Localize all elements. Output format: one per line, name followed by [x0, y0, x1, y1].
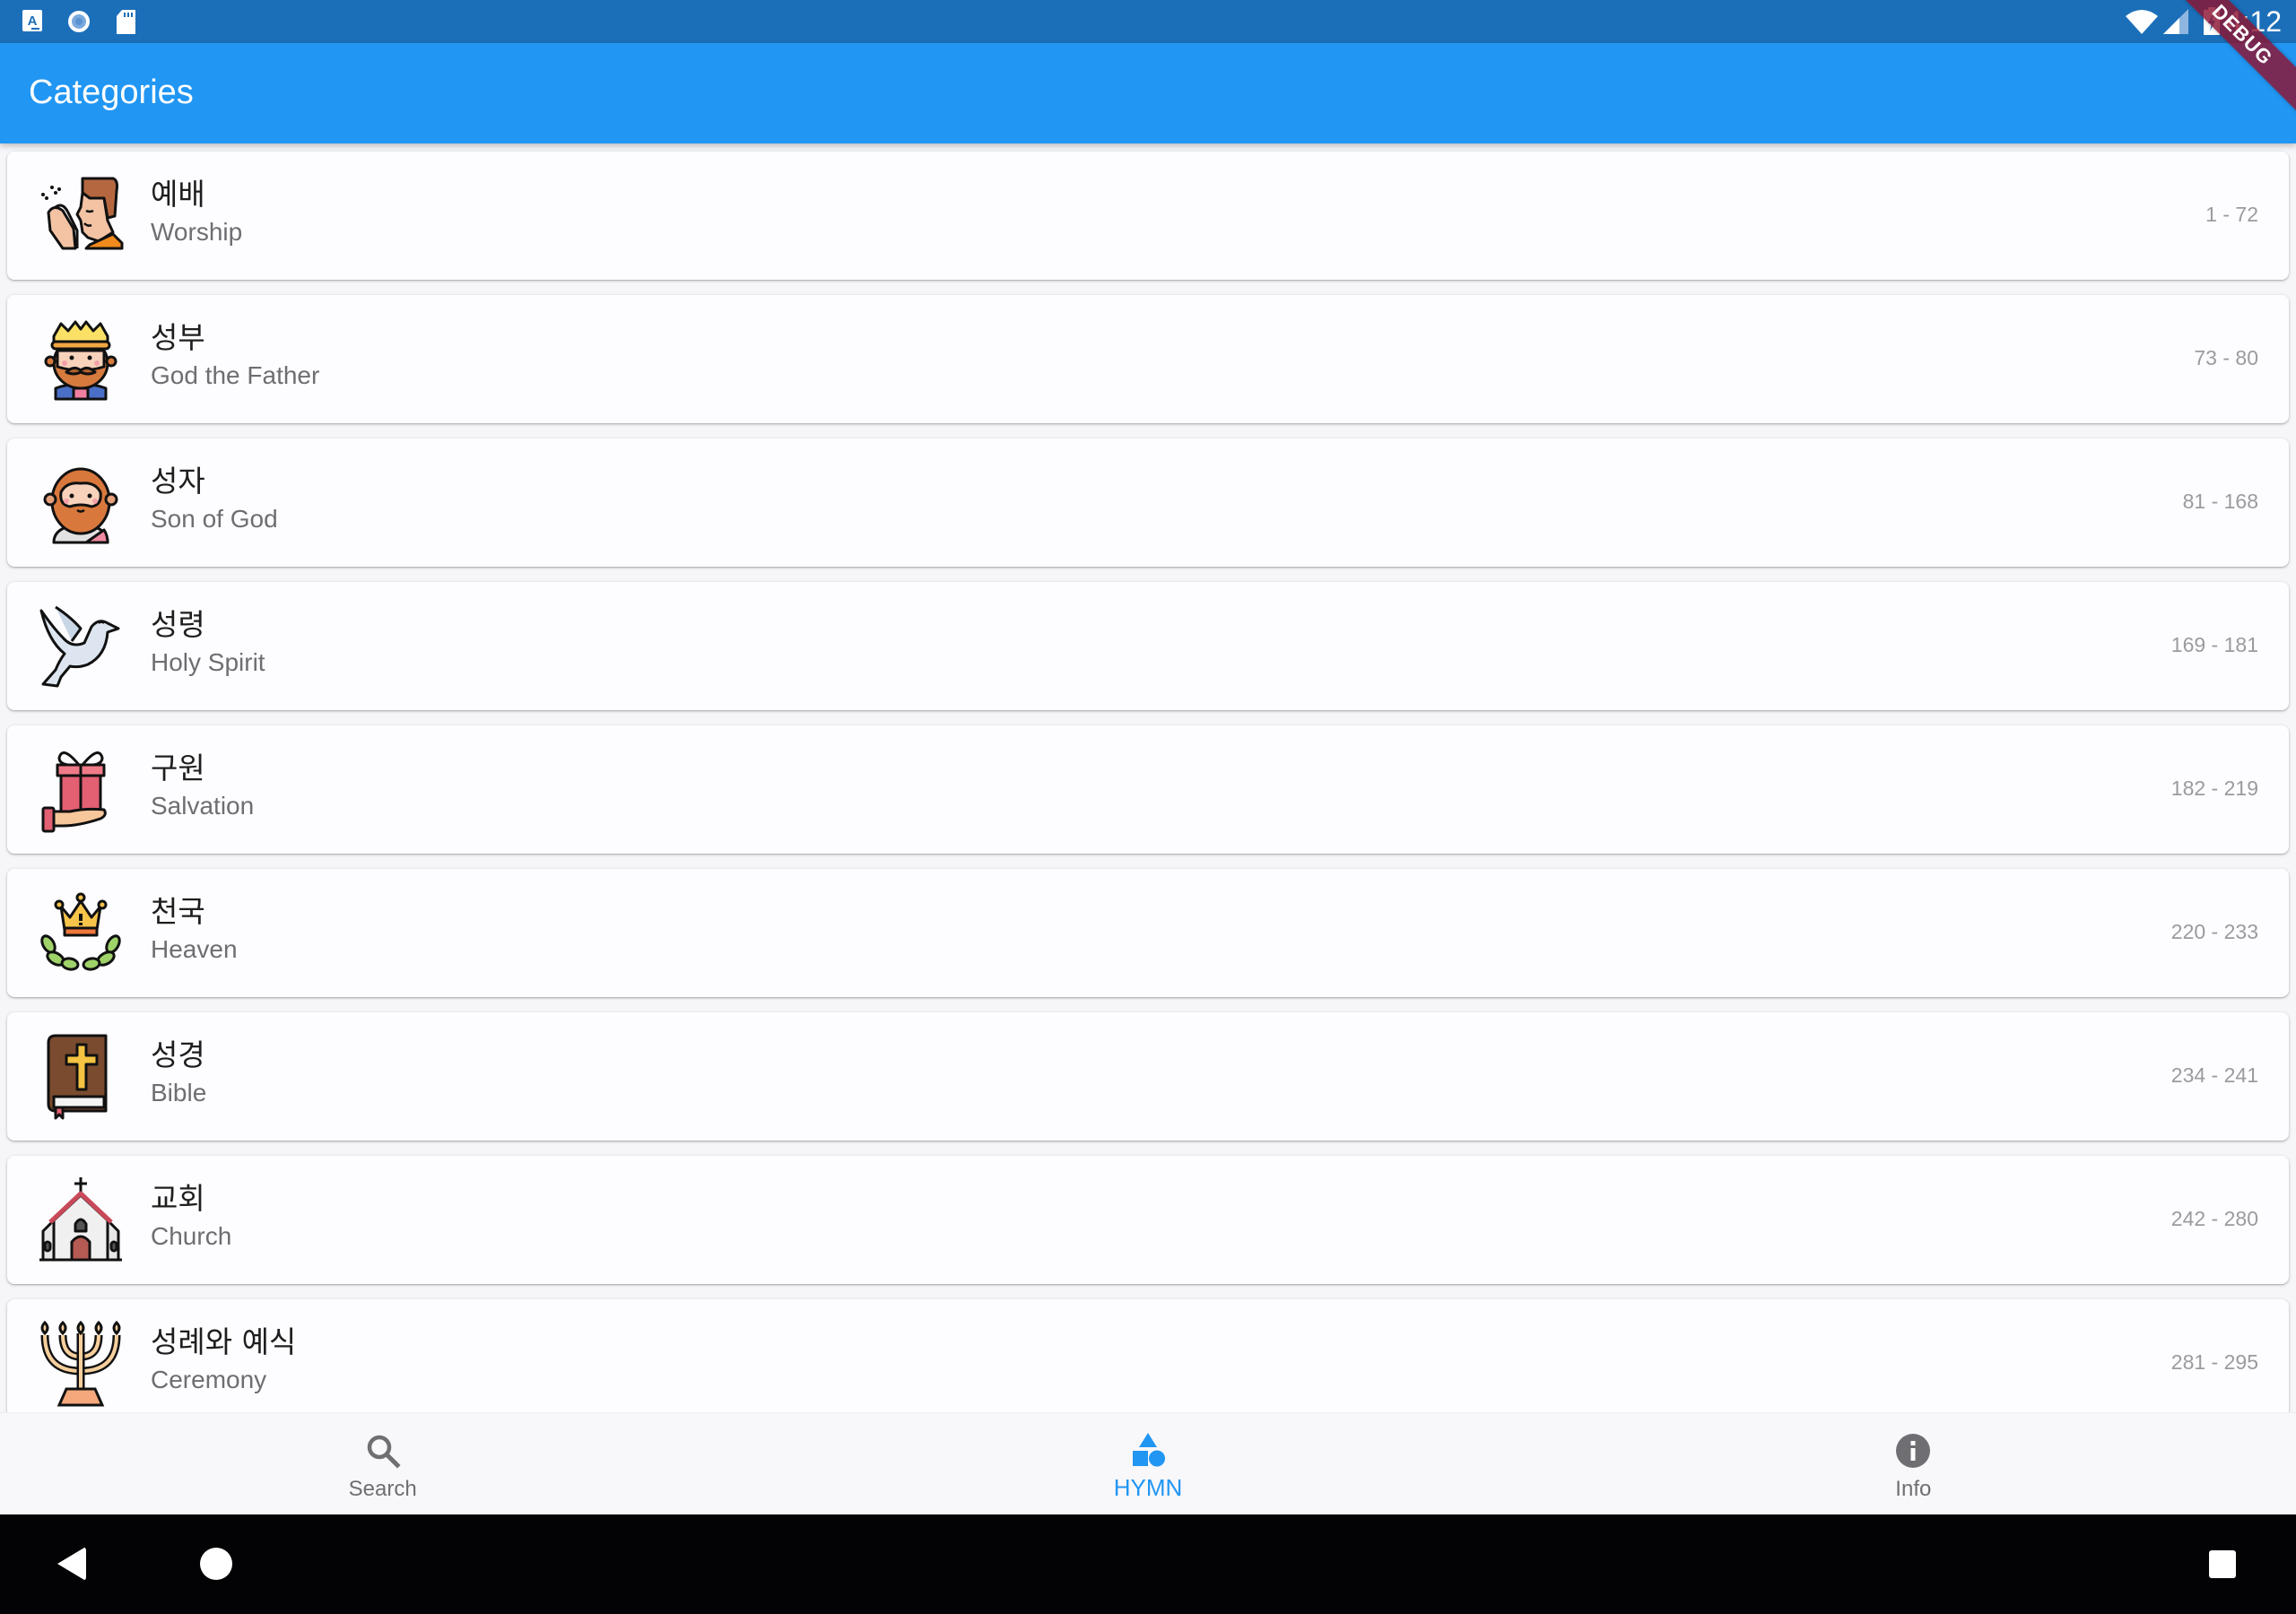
category-card-bible[interactable]: 성경 Bible 234 - 241 [7, 1012, 2289, 1141]
hymn-range: 242 - 280 [2170, 1207, 2258, 1230]
svg-text:A: A [28, 13, 38, 29]
crowned-king-icon [36, 315, 126, 404]
nav-label-info: Info [1895, 1477, 1932, 1501]
category-title: 성부 [151, 320, 205, 355]
sd-card-icon [115, 9, 138, 40]
hymn-range: 73 - 80 [2194, 346, 2258, 369]
category-subtitle: God the Father [151, 361, 320, 389]
gift-hand-icon [36, 745, 126, 835]
category-subtitle: Bible [151, 1079, 207, 1106]
bottom-nav: Search HYMN Info [0, 1412, 2296, 1514]
page-title: Categories [29, 74, 194, 111]
category-subtitle: Church [151, 1222, 232, 1250]
wifi-icon [2126, 9, 2158, 39]
praying-man-icon [36, 171, 126, 261]
hymn-range: 81 - 168 [2182, 490, 2258, 513]
system-nav-bar [0, 1514, 2296, 1614]
category-card-son-of-god[interactable]: 성자 Son of God 81 - 168 [7, 438, 2289, 567]
hymn-range: 182 - 219 [2170, 777, 2258, 800]
category-title: 교회 [151, 1181, 205, 1216]
category-subtitle: Holy Spirit [151, 648, 265, 676]
search-icon [363, 1431, 403, 1471]
category-card-salvation[interactable]: 구원 Salvation 182 - 219 [7, 725, 2289, 854]
dove-icon [36, 602, 126, 691]
hymn-range: 220 - 233 [2170, 920, 2258, 943]
category-subtitle: Worship [151, 218, 243, 246]
church-icon [36, 1176, 126, 1265]
category-title: 성령 [151, 607, 205, 642]
category-title: 천국 [151, 894, 205, 929]
hymn-range: 234 - 241 [2170, 1063, 2258, 1087]
category-subtitle: Heaven [151, 935, 238, 963]
hymn-range: 1 - 72 [2205, 203, 2258, 226]
keyboard-a-icon: A [22, 9, 45, 39]
shapes-icon [1128, 1431, 1168, 1471]
nav-tab-search[interactable]: Search [0, 1413, 765, 1514]
cell-signal-icon [2163, 9, 2188, 39]
category-subtitle: Ceremony [151, 1366, 267, 1393]
status-bar: A 4:12 [0, 0, 2296, 43]
category-title: 구원 [151, 751, 205, 785]
category-title: 성경 [151, 1037, 205, 1072]
menorah-icon [36, 1319, 126, 1409]
hymn-range: 169 - 181 [2170, 633, 2258, 656]
nav-tab-info[interactable]: Info [1531, 1413, 2296, 1514]
category-card-worship[interactable]: 예배 Worship 1 - 72 [7, 152, 2289, 280]
category-card-ceremony[interactable]: 성례와 예식 Ceremony 281 - 295 [7, 1299, 2289, 1412]
bible-icon [36, 1032, 126, 1122]
jesus-icon [36, 458, 126, 548]
category-title: 성례와 예식 [151, 1324, 297, 1359]
crown-laurel-icon [36, 889, 126, 978]
category-card-church[interactable]: 교회 Church 242 - 280 [7, 1156, 2289, 1284]
back-icon[interactable] [56, 1546, 88, 1586]
category-card-god-the-father[interactable]: 성부 God the Father 73 - 80 [7, 295, 2289, 423]
nav-label-search: Search [348, 1477, 417, 1501]
nav-tab-hymn[interactable]: HYMN [765, 1413, 1530, 1514]
sync-circle-icon [66, 9, 91, 39]
home-icon[interactable] [199, 1547, 233, 1585]
category-list[interactable]: 예배 Worship 1 - 72 성부 God the Father 73 -… [0, 143, 2296, 1412]
info-icon [1893, 1431, 1933, 1471]
recents-icon[interactable] [2208, 1549, 2237, 1583]
category-title: 예배 [151, 177, 205, 212]
category-subtitle: Salvation [151, 792, 255, 820]
category-card-heaven[interactable]: 천국 Heaven 220 - 233 [7, 869, 2289, 997]
app-bar: Categories [0, 43, 2296, 143]
category-subtitle: Son of God [151, 505, 278, 533]
category-title: 성자 [151, 464, 205, 499]
hymn-range: 281 - 295 [2170, 1350, 2258, 1374]
category-card-holy-spirit[interactable]: 성령 Holy Spirit 169 - 181 [7, 582, 2289, 710]
nav-label-hymn: HYMN [1113, 1474, 1183, 1501]
